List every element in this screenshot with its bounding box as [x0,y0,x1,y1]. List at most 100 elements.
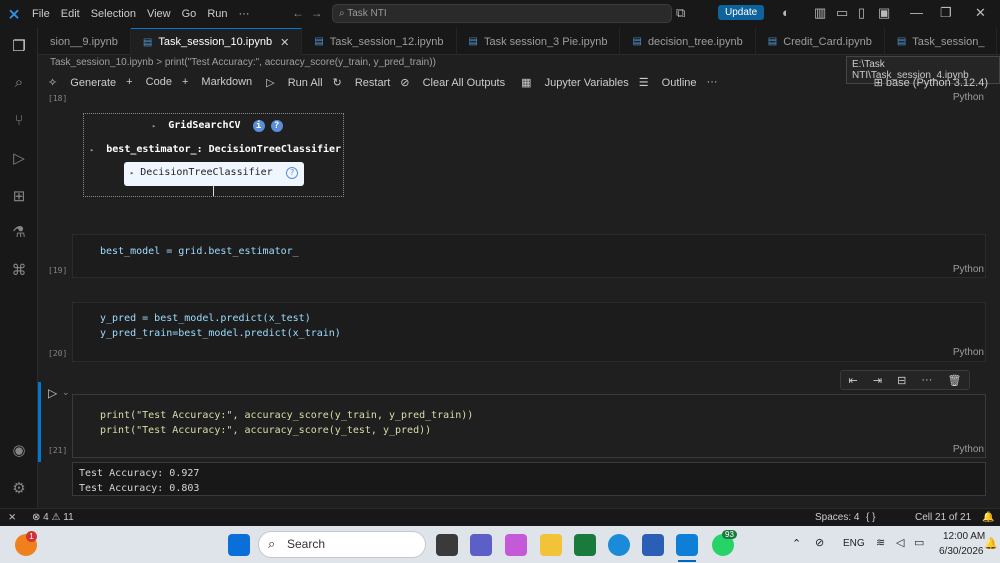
vscode-logo-icon: ⨯ [7,6,21,23]
add-code-button[interactable]: + Code [126,76,172,88]
delete-cell-icon[interactable]: 🗑 [947,374,961,387]
generate-button[interactable]: ✧ Generate [48,76,116,89]
volume-icon[interactable]: ◁ [896,536,904,549]
start-icon[interactable] [228,534,250,556]
execute-below-icon[interactable]: ⇥ [873,374,882,387]
menu-view[interactable]: View [147,8,171,20]
cell-language[interactable]: Python [953,264,984,275]
clear-outputs-button[interactable]: ⊘ Clear All Outputs [400,76,505,89]
network-off-icon[interactable]: ⊘ [815,536,824,549]
tray-chevron-icon[interactable]: ⌃ [792,537,801,550]
update-button[interactable]: Update [718,5,765,20]
settings-gear-icon[interactable]: ⚙ [9,478,29,498]
task-view-icon[interactable] [436,534,458,556]
info-icon[interactable]: i [252,120,265,132]
breadcrumb-file[interactable]: Task_session_10.ipynb [50,57,153,68]
layout-icon[interactable]: ▥ [814,5,826,21]
menu-selection[interactable]: Selection [91,8,136,20]
cell-language[interactable]: Python [953,92,984,103]
cell-20-code[interactable]: y_pred = best_model.predict(x_test) y_pre… [100,311,341,341]
python-icon[interactable]: ⌘ [9,260,29,280]
menu-file[interactable]: File [32,8,50,20]
restart-button[interactable]: ↻ Restart [333,76,391,89]
tab-session-partial[interactable]: ▤ Task_session_ [885,28,998,55]
excel-icon[interactable] [574,534,596,556]
problems-indicator[interactable]: ⊗ 4 ⚠ 11 [32,512,74,523]
close-tab-icon[interactable]: ✕ [280,36,289,49]
execute-above-icon[interactable]: ⇤ [849,374,858,387]
windows-taskbar: 1 ⌕ Search 93 ⌃ ⊘ ENG ≋ ◁ ▭ 12:00 AM 6/30… [0,526,1000,563]
customize-layout-icon[interactable]: ▣ [878,5,890,21]
best-estimator-label[interactable]: ▸ best_estimator_: DecisionTreeClassifie… [90,144,341,155]
language-indicator[interactable]: ENG [843,538,865,549]
search-icon[interactable]: ⌕ [9,72,29,92]
output-line: Test Accuracy: 0.927 [79,468,200,479]
minimize-icon[interactable]: — [910,5,923,20]
help-icon[interactable]: ? [286,167,298,179]
gridsearch-header[interactable]: ▸ GridSearchCV i ? [152,120,283,132]
accounts-icon[interactable]: ◐ [782,5,790,20]
run-debug-icon[interactable]: ▷ [9,148,29,168]
clock-time[interactable]: 12:00 AM [943,531,985,542]
taskbar-search[interactable]: ⌕ Search [258,531,426,558]
kernel-picker[interactable]: ⊞ base (Python 3.12.4) [874,76,988,89]
menu-run[interactable]: Run [207,8,227,20]
battery-icon[interactable]: ▭ [914,536,924,549]
add-markdown-button[interactable]: + Markdown [182,76,252,88]
remote-icon[interactable]: ⨯ [8,512,16,523]
more-actions-icon[interactable]: ··· [921,374,932,386]
cell-21-code[interactable]: print("Test Accuracy:", accuracy_score(y… [100,408,473,438]
tab-session-9[interactable]: sion__9.ipynb [38,28,131,55]
wifi-icon[interactable]: ≋ [876,536,885,549]
copilot-icon[interactable]: ⧉ [676,5,685,21]
brackets-status[interactable]: { } [866,512,875,523]
source-control-icon[interactable]: ⑂ [9,110,29,130]
extensions-icon[interactable]: ⊞ [9,186,29,206]
notification-bell-icon[interactable]: 🔔 [984,537,998,550]
menu-go[interactable]: Go [182,8,197,20]
notifications-icon[interactable]: 🔔 [982,512,994,523]
help-icon[interactable]: ? [270,120,283,132]
testing-icon[interactable]: ⚗ [9,222,29,242]
forward-icon[interactable]: → [311,6,323,20]
tab-session-3-pie[interactable]: ▤ Task session_3 Pie.ipynb [457,28,621,55]
tab-decision-tree[interactable]: ▤ decision_tree.ipynb [620,28,756,55]
close-window-icon[interactable]: ✕ [975,5,986,21]
split-cell-icon[interactable]: ⊟ [897,374,906,387]
breadcrumb-cell[interactable]: print("Test Accuracy:", accuracy_score(y… [165,57,436,68]
cell-position-status[interactable]: Cell 21 of 21 [915,512,971,523]
gridsearch-widget: ▸ GridSearchCV i ? ▸ best_estimator_: De… [83,113,344,197]
explorer-icon[interactable]: ❐ [9,36,29,56]
decision-tree-box[interactable]: ▸ DecisionTreeClassifier ? [124,162,304,186]
menu-more[interactable]: ··· [239,8,250,20]
run-cell-icon[interactable]: ▷ [48,386,57,400]
copilot-app-icon[interactable] [505,534,527,556]
tab-session-10[interactable]: ▤ Task_session_10.ipynb ✕ [130,28,303,55]
cell-language[interactable]: Python [953,444,984,455]
teams-icon[interactable] [470,534,492,556]
command-center[interactable]: ⌕ Task NTI [332,4,672,23]
word-icon[interactable] [642,534,664,556]
panel-toggle-icon[interactable]: ▭ [836,5,848,21]
tab-credit-card[interactable]: ▤ Credit_Card.ipynb [756,28,885,55]
tab-session-12[interactable]: ▤ Task_session_12.ipynb [302,28,457,55]
menu-edit[interactable]: Edit [61,8,80,20]
jupyter-variables-button[interactable]: ▦ Jupyter Variables [521,76,629,89]
file-explorer-icon[interactable] [540,534,562,556]
run-all-button[interactable]: ▷ Run All [266,76,322,89]
editor-tabs: sion__9.ipynb ▤ Task_session_10.ipynb ✕ ▤ T… [38,28,1000,55]
account-icon[interactable]: ◉ [9,440,29,460]
decision-tree-label: DecisionTreeClassifier [140,167,273,178]
clock-date[interactable]: 6/30/2026 [939,546,984,557]
edge-icon[interactable] [608,534,630,556]
back-icon[interactable]: ← [292,6,304,20]
toolbar-more[interactable]: ··· [707,76,718,88]
maximize-icon[interactable]: ❐ [940,5,952,21]
indentation-status[interactable]: Spaces: 4 [815,512,859,523]
cell-language[interactable]: Python [953,347,984,358]
outline-button[interactable]: ☰ Outline [639,76,697,89]
vscode-taskbar-icon[interactable] [676,534,698,556]
chevron-down-icon[interactable]: ⌄ [62,387,70,398]
secondary-panel-icon[interactable]: ▯ [858,5,865,21]
cell-19-code[interactable]: best_model = grid.best_estimator_ [100,244,299,259]
